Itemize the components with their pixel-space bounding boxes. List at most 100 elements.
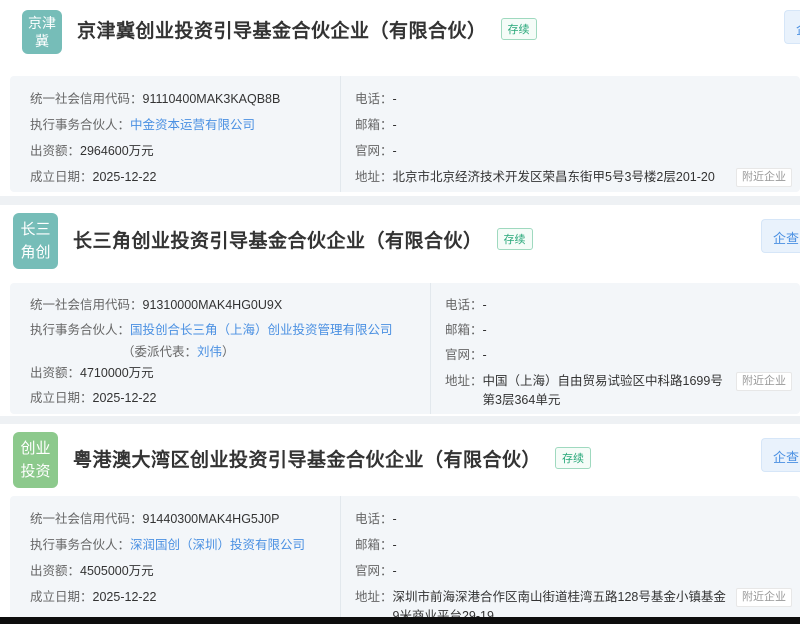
website-label: 官网： <box>355 144 393 158</box>
delegate-prefix: （委派代表： <box>122 345 197 359</box>
partner-label: 执行事务合伙人： <box>30 323 130 337</box>
phone-label: 电话： <box>355 92 393 106</box>
credit-code-label: 统一社会信用代码： <box>30 298 143 312</box>
partner-link[interactable]: 中金资本运营有限公司 <box>130 118 255 132</box>
credit-code-label: 统一社会信用代码： <box>30 512 143 526</box>
address-value: 北京市北京经济技术开发区荣昌东街甲5号3号楼2层201-20 <box>393 168 728 187</box>
address-value: 中国（上海）自由贸易试验区中科路1699号第3层364单元 <box>483 372 728 410</box>
capital-label: 出资额： <box>30 366 80 380</box>
email-label: 邮箱： <box>445 323 483 337</box>
company-card: 长三 角创 长三角创业投资引导基金合伙企业（有限合伙） 存续 企查 统一社会信用… <box>0 205 800 416</box>
capital-value: 4505000万元 <box>80 564 154 578</box>
phone-value: - <box>393 512 397 526</box>
info-left-column: 统一社会信用代码：91310000MAK4HG0U9X 执行事务合伙人：国投创合… <box>10 283 430 414</box>
delegate-name-link[interactable]: 刘伟 <box>197 345 222 359</box>
nearby-companies-button[interactable]: 附近企业 <box>736 168 792 187</box>
capital-label: 出资额： <box>30 564 80 578</box>
email-value: - <box>393 118 397 132</box>
company-avatar: 长三 角创 <box>13 213 58 269</box>
company-card: 京津 冀 京津冀创业投资引导基金合伙企业（有限合伙） 存续 企查 统一社会信用代… <box>0 0 800 196</box>
website-value: - <box>393 144 397 158</box>
email-value: - <box>483 323 487 337</box>
phone-value: - <box>483 298 487 312</box>
address-row: 地址： 中国（上海）自由贸易试验区中科路1699号第3层364单元 附近企业 <box>445 368 792 410</box>
avatar-text-line1: 长三 <box>13 218 58 241</box>
info-right-column: 电话：- 邮箱：- 官网：- 地址： 中国（上海）自由贸易试验区中科路1699号… <box>430 283 800 414</box>
website-value: - <box>393 564 397 578</box>
email-value: - <box>393 538 397 552</box>
partner-link[interactable]: 国投创合长三角（上海）创业投资管理有限公司 <box>130 323 393 337</box>
card-header: 长三 角创 长三角创业投资引导基金合伙企业（有限合伙） 存续 企查 <box>0 205 800 269</box>
established-label: 成立日期： <box>30 590 93 604</box>
phone-row: 电话：- <box>355 506 792 532</box>
partner-link[interactable]: 深润国创（深圳）投资有限公司 <box>130 538 305 552</box>
website-label: 官网： <box>355 564 393 578</box>
avatar-text-line2: 角创 <box>13 241 58 264</box>
established-label: 成立日期： <box>30 391 93 405</box>
credit-code-value: 91110400MAK3KAQB8B <box>143 92 281 106</box>
card-header: 京津 冀 京津冀创业投资引导基金合伙企业（有限合伙） 存续 企查 <box>0 0 800 54</box>
website-row: 官网：- <box>355 558 792 584</box>
website-label: 官网： <box>445 348 483 362</box>
company-avatar: 京津 冀 <box>22 10 62 54</box>
avatar-text-line2: 冀 <box>22 32 62 50</box>
established-row: 成立日期：2025-12-22 <box>30 386 430 411</box>
info-left-column: 统一社会信用代码：91440300MAK4HG5J0P 执行事务合伙人：深润国创… <box>10 496 340 624</box>
credit-code-row: 统一社会信用代码：91310000MAK4HG0U9X <box>30 293 430 318</box>
phone-row: 电话：- <box>445 293 792 318</box>
capital-row: 出资额：2964600万元 <box>30 138 340 164</box>
company-name-link[interactable]: 长三角创业投资引导基金合伙企业（有限合伙） <box>73 226 483 253</box>
email-label: 邮箱： <box>355 538 393 552</box>
company-name-link[interactable]: 粤港澳大湾区创业投资引导基金合伙企业（有限合伙） <box>73 445 541 472</box>
company-profile-button[interactable]: 企查 <box>761 438 800 472</box>
company-profile-button[interactable]: 企查 <box>761 219 800 253</box>
email-row: 邮箱：- <box>355 112 792 138</box>
email-row: 邮箱：- <box>355 532 792 558</box>
established-value: 2025-12-22 <box>93 391 157 405</box>
address-label: 地址： <box>355 168 393 187</box>
company-profile-button[interactable]: 企查 <box>784 10 800 44</box>
credit-code-value: 91310000MAK4HG0U9X <box>143 298 283 312</box>
status-badge: 存续 <box>555 447 591 469</box>
company-info-panel: 统一社会信用代码：91440300MAK4HG5J0P 执行事务合伙人：深润国创… <box>10 496 800 624</box>
company-card: 创业 投资 粤港澳大湾区创业投资引导基金合伙企业（有限合伙） 存续 企查 统一社… <box>0 424 800 624</box>
info-right-column: 电话：- 邮箱：- 官网：- 地址： 深圳市前海深港合作区南山街道桂湾五路128… <box>340 496 800 624</box>
capital-row: 出资额：4710000万元 <box>30 361 430 386</box>
nearby-companies-button[interactable]: 附近企业 <box>736 372 792 391</box>
established-label: 成立日期： <box>30 170 93 184</box>
capital-value: 4710000万元 <box>80 366 154 380</box>
partner-row: 执行事务合伙人：深润国创（深圳）投资有限公司 <box>30 532 340 558</box>
company-avatar: 创业 投资 <box>13 432 58 488</box>
phone-row: 电话：- <box>355 86 792 112</box>
email-row: 邮箱：- <box>445 318 792 343</box>
card-header: 创业 投资 粤港澳大湾区创业投资引导基金合伙企业（有限合伙） 存续 企查 <box>0 424 800 488</box>
established-value: 2025-12-22 <box>93 170 157 184</box>
company-info-panel: 统一社会信用代码：91110400MAK3KAQB8B 执行事务合伙人：中金资本… <box>10 76 800 192</box>
website-value: - <box>483 348 487 362</box>
partner-row: 执行事务合伙人：中金资本运营有限公司 <box>30 112 340 138</box>
avatar-text-line1: 创业 <box>13 437 58 460</box>
capital-value: 2964600万元 <box>80 144 154 158</box>
credit-code-row: 统一社会信用代码：91110400MAK3KAQB8B <box>30 86 340 112</box>
credit-code-label: 统一社会信用代码： <box>30 92 143 106</box>
credit-code-row: 统一社会信用代码：91440300MAK4HG5J0P <box>30 506 340 532</box>
status-badge: 存续 <box>497 228 533 250</box>
company-name-link[interactable]: 京津冀创业投资引导基金合伙企业（有限合伙） <box>77 16 487 43</box>
partner-row: 执行事务合伙人：国投创合长三角（上海）创业投资管理有限公司 <box>30 318 430 343</box>
nearby-companies-button[interactable]: 附近企业 <box>736 588 792 607</box>
info-right-column: 电话：- 邮箱：- 官网：- 地址： 北京市北京经济技术开发区荣昌东街甲5号3号… <box>340 76 800 192</box>
avatar-text-line2: 投资 <box>13 460 58 483</box>
phone-value: - <box>393 92 397 106</box>
partner-label: 执行事务合伙人： <box>30 118 130 132</box>
delegate-suffix: ） <box>222 345 235 359</box>
website-row: 官网：- <box>445 343 792 368</box>
avatar-text-line1: 京津 <box>22 14 62 32</box>
established-row: 成立日期：2025-12-22 <box>30 164 340 190</box>
phone-label: 电话： <box>445 298 483 312</box>
address-label: 地址： <box>445 372 483 410</box>
phone-label: 电话： <box>355 512 393 526</box>
established-value: 2025-12-22 <box>93 590 157 604</box>
website-row: 官网：- <box>355 138 792 164</box>
delegate-row: （委派代表：刘伟） <box>30 343 430 361</box>
established-row: 成立日期：2025-12-22 <box>30 584 340 610</box>
